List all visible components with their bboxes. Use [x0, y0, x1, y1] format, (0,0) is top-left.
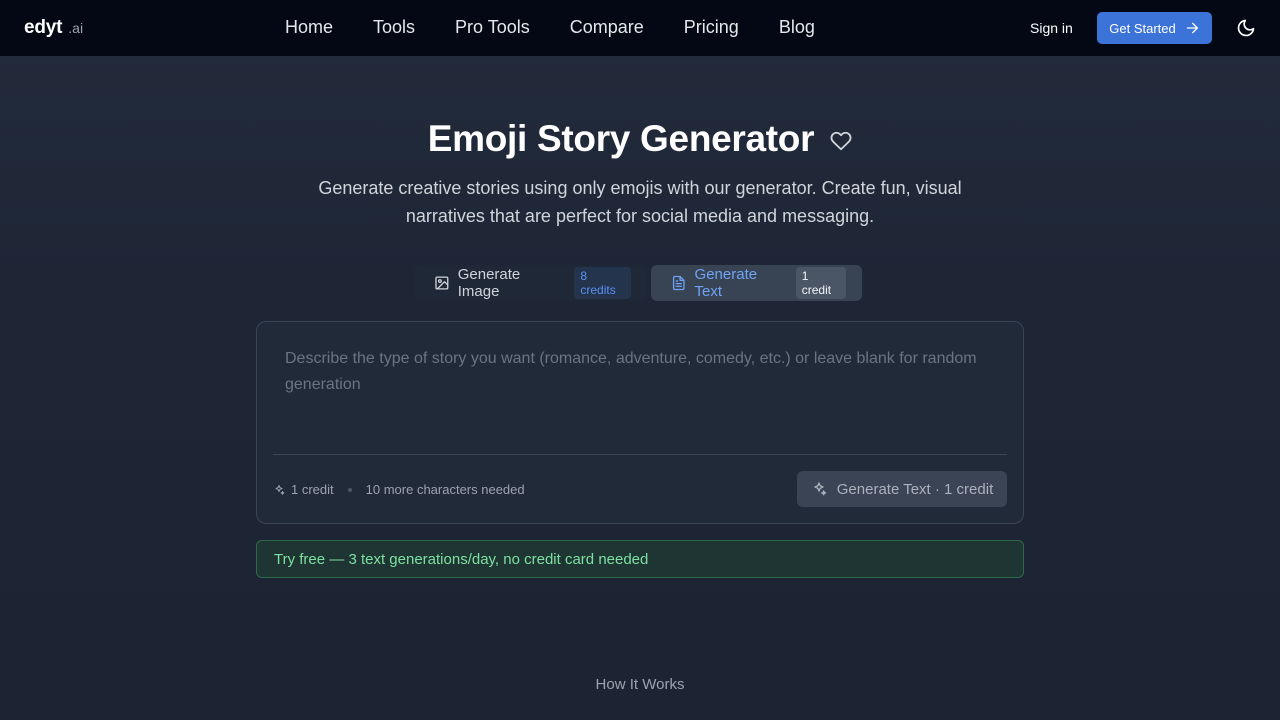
- logo[interactable]: edyt .ai: [24, 17, 83, 39]
- prompt-meta: 1 credit 10 more characters needed: [273, 482, 525, 497]
- nav-home[interactable]: Home: [285, 16, 333, 38]
- free-trial-banner: Try free — 3 text generations/day, no cr…: [256, 540, 1024, 578]
- image-icon: [435, 276, 449, 290]
- nav-compare[interactable]: Compare: [570, 16, 644, 38]
- generate-button-label: Generate Text · 1 credit: [836, 480, 994, 498]
- story-prompt-input[interactable]: [273, 334, 1009, 452]
- get-started-label: Get Started: [1109, 20, 1176, 36]
- nav-pro-tools[interactable]: Pro Tools: [455, 16, 530, 38]
- heart-icon[interactable]: [830, 130, 852, 152]
- free-trial-text: Try free — 3 text generations/day, no cr…: [274, 550, 649, 568]
- page-title: Emoji Story Generator: [427, 118, 815, 159]
- tab-generate-text-label: Generate Text: [694, 266, 758, 300]
- text-cost-badge: 1 credit: [795, 267, 846, 299]
- logo-suffix: .ai: [68, 20, 84, 36]
- main-nav: Home Tools Pro Tools Compare Pricing Blo…: [285, 16, 815, 38]
- generate-text-button[interactable]: Generate Text · 1 credit: [797, 471, 1007, 507]
- nav-tools[interactable]: Tools: [373, 16, 415, 38]
- logo-text: edyt: [24, 17, 63, 38]
- page-subtitle: Generate creative stories using only emo…: [318, 178, 962, 226]
- separator-dot: [347, 487, 352, 492]
- prompt-card: 1 credit 10 more characters needed Gener…: [256, 321, 1024, 524]
- title-row: Emoji Story Generator: [0, 118, 1280, 160]
- document-icon: [672, 275, 685, 291]
- tab-generate-image[interactable]: Generate Image 8 credits: [414, 265, 647, 301]
- sparkles-icon: [814, 482, 826, 496]
- arrow-right-icon: [1186, 22, 1198, 34]
- credit-info: 1 credit: [291, 482, 334, 497]
- tab-generate-image-label: Generate Image: [457, 266, 521, 300]
- get-started-button[interactable]: Get Started: [1097, 12, 1212, 44]
- moon-icon[interactable]: [1236, 18, 1256, 38]
- sparkles-icon: [275, 484, 285, 495]
- sign-in-link[interactable]: Sign in: [1030, 19, 1073, 37]
- nav-pricing[interactable]: Pricing: [684, 16, 739, 38]
- tab-generate-text[interactable]: Generate Text 1 credit: [651, 265, 862, 301]
- chars-needed: 10 more characters needed: [365, 482, 525, 497]
- top-navbar: edyt .ai Home Tools Pro Tools Compare Pr…: [0, 0, 1280, 56]
- mode-tabs: Generate Image 8 credits Generate Text 1…: [414, 265, 862, 301]
- image-cost-badge: 8 credits: [574, 267, 631, 299]
- nav-blog[interactable]: Blog: [779, 16, 815, 38]
- divider: [273, 454, 1007, 455]
- how-it-works-heading: How It Works: [595, 676, 685, 693]
